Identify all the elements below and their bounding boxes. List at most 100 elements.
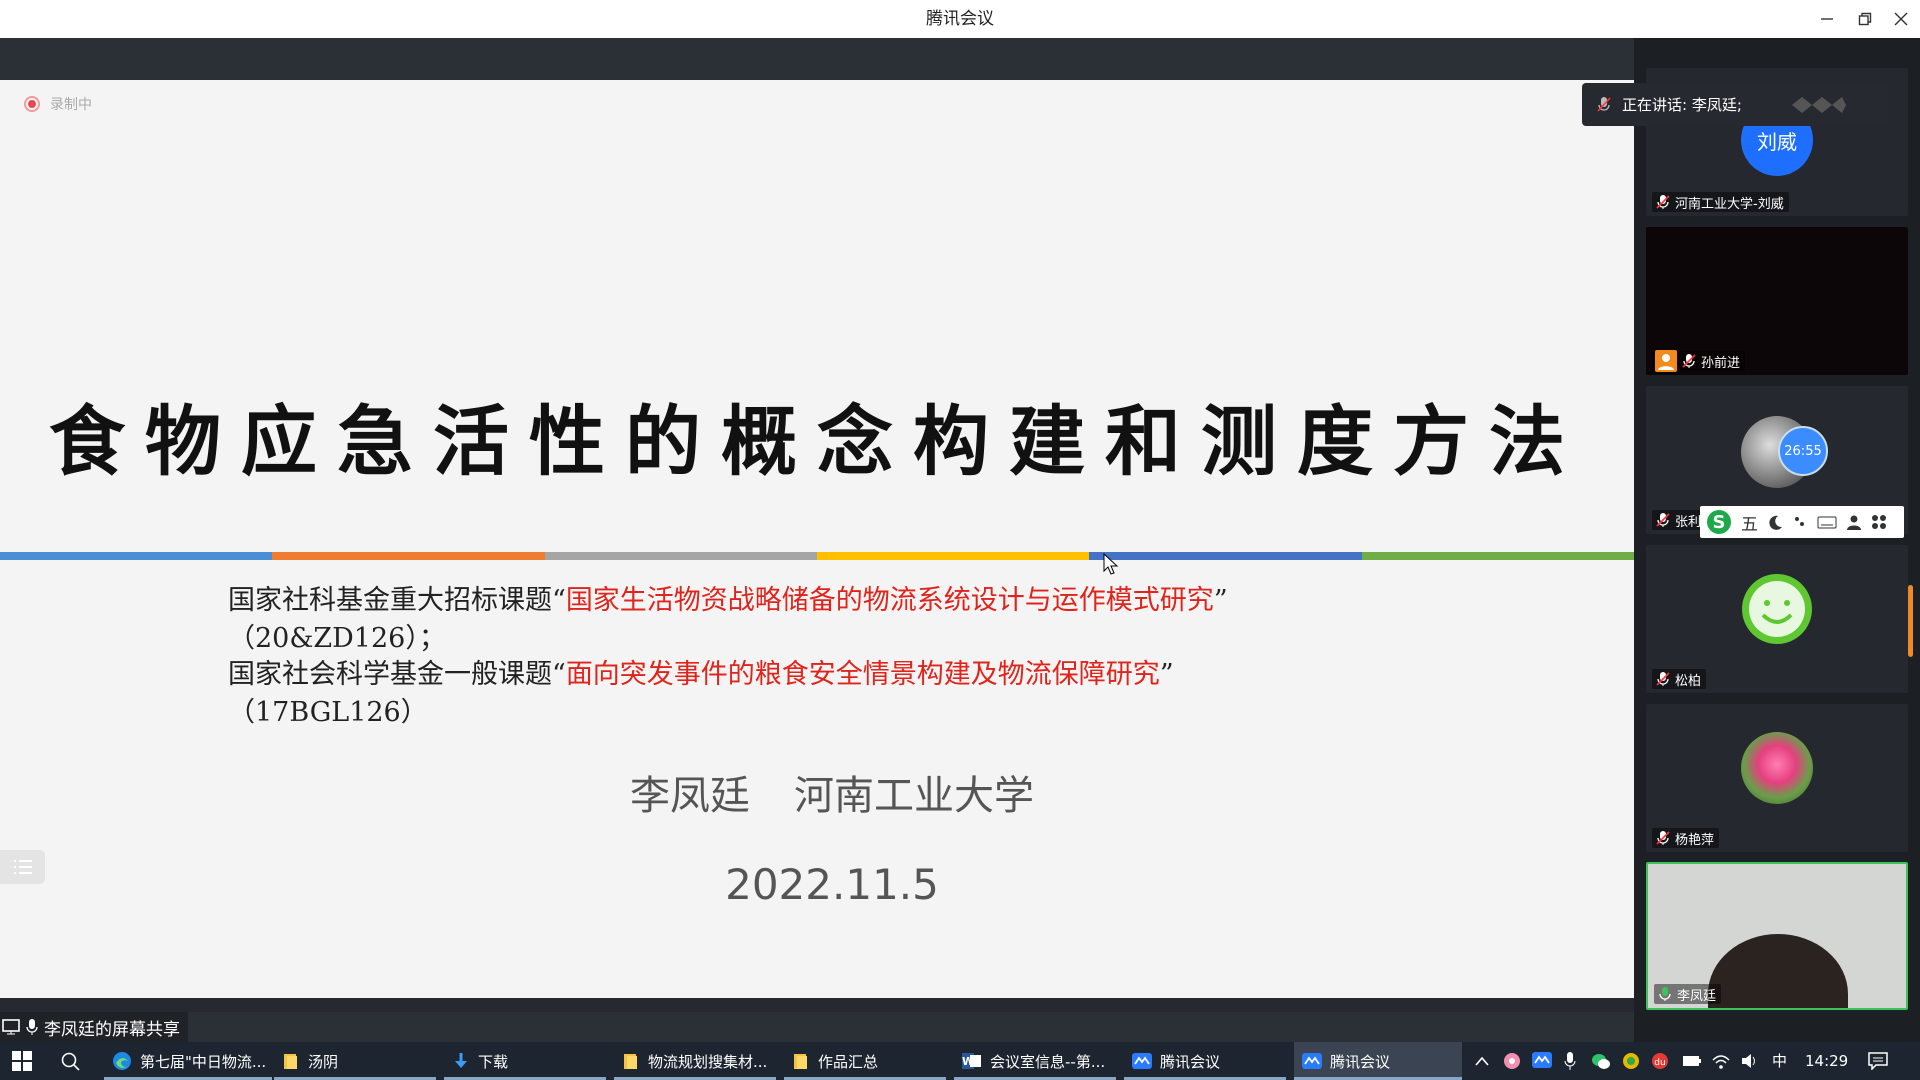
meeting-top-strip — [0, 38, 1634, 80]
mic-muted-icon — [1656, 672, 1670, 686]
record-dot-icon — [24, 96, 40, 112]
chevron-up-icon[interactable] — [1474, 1054, 1490, 1068]
screen-share-icon — [2, 1019, 20, 1035]
folder-icon — [794, 1054, 807, 1069]
edge-icon — [113, 1052, 131, 1070]
taskbar-item[interactable]: 腾讯会议 — [1124, 1042, 1286, 1080]
tencent-meeting-icon — [1302, 1053, 1322, 1069]
slide-color-bar — [0, 552, 1634, 560]
title-bar: 腾讯会议 — [0, 0, 1920, 38]
recording-indicator[interactable]: 录制中 — [24, 94, 92, 114]
sidebar-scrollbar[interactable] — [1908, 585, 1913, 657]
speaking-banner: 正在讲话: 李凤廷; — [1582, 83, 1887, 126]
folder-icon — [284, 1054, 297, 1069]
close-button[interactable] — [1878, 0, 1920, 38]
svg-text:du: du — [1654, 1058, 1665, 1068]
speaking-wave-icon — [1791, 96, 1846, 113]
taskbar-item[interactable]: 物流规划搜集材... — [614, 1042, 776, 1080]
punctuation-icon — [1795, 517, 1804, 526]
taskbar-item[interactable]: 作品汇总 — [784, 1042, 946, 1080]
slide-author: 李凤廷 河南工业大学 — [0, 763, 1634, 821]
close-icon — [1894, 12, 1908, 26]
ime-mode-label: 五 — [1741, 514, 1758, 535]
volume-icon[interactable] — [1740, 1052, 1760, 1070]
browser-tray-icon[interactable] — [1622, 1052, 1640, 1070]
wechat-icon[interactable] — [1591, 1052, 1611, 1070]
apps-icon — [1872, 515, 1886, 529]
mic-muted-icon — [1597, 96, 1611, 112]
window-title: 腾讯会议 — [926, 9, 994, 29]
participant-tile[interactable]: 孙前进 — [1646, 227, 1908, 375]
taskbar-item[interactable]: 汤阴 — [274, 1042, 436, 1080]
windows-taskbar: 第七届"中日物流... 汤阴 下载 物流规划搜集材... 作品汇总 W 会议室信… — [0, 1042, 1920, 1080]
project-line-3: 国家社会科学基金一般课题“面向突发事件的粮食安全情景构建及物流保障研究” — [228, 659, 1174, 690]
user-icon — [1847, 515, 1861, 530]
svg-text:W: W — [962, 1055, 974, 1068]
svg-text:S: S — [1713, 512, 1726, 533]
taskbar-item[interactable]: 第七届"中日物流... — [104, 1042, 272, 1080]
color-segment — [1361, 552, 1634, 560]
author-name: 李凤廷 — [630, 773, 750, 819]
ime-toolbar[interactable]: S 五 — [1700, 506, 1904, 538]
minimize-icon — [1821, 18, 1833, 20]
participant-tile[interactable]: 杨艳萍 — [1646, 704, 1908, 852]
color-segment — [816, 552, 1090, 560]
speaker-video — [1708, 934, 1848, 1008]
mouse-cursor-icon — [1103, 553, 1119, 575]
search-button[interactable] — [52, 1042, 92, 1080]
screen-share-label: 李凤廷的屏幕共享 — [0, 1012, 188, 1042]
slide-date: 2022.11.5 — [725, 860, 939, 909]
project-line-4: （17BGL126） — [228, 697, 428, 728]
participant-name-tag: 孙前进 — [1652, 350, 1746, 372]
participant-tile[interactable]: 松柏 — [1646, 545, 1908, 693]
toc-button[interactable] — [0, 850, 45, 884]
color-segment — [0, 552, 273, 560]
taskbar-item-active[interactable]: 腾讯会议 — [1294, 1042, 1462, 1080]
meeting-bottom-bar: 李凤廷的屏幕共享 — [0, 1012, 1634, 1042]
notification-icon[interactable] — [1868, 1052, 1888, 1070]
shared-slide: 录制中 食物应急活性的概念构建和测度方法 国家社科基金重大招标课题“国家生活物资… — [0, 80, 1634, 998]
windows-logo-icon — [12, 1051, 32, 1071]
start-button[interactable] — [0, 1042, 44, 1080]
tencent-meeting-icon[interactable] — [1532, 1052, 1552, 1068]
project-line-1: 国家社科基金重大招标课题“国家生活物资战略储备的物流系统设计与运作模式研究” — [228, 585, 1228, 616]
folder-icon — [624, 1054, 637, 1069]
word-icon: W — [962, 1053, 981, 1069]
list-icon — [13, 860, 32, 874]
restore-icon — [1858, 12, 1872, 26]
color-segment — [272, 552, 545, 560]
mic-active-icon — [1659, 987, 1671, 1001]
moon-icon — [1769, 515, 1782, 530]
taskbar-item[interactable]: 下载 — [444, 1042, 606, 1080]
download-icon — [455, 1053, 467, 1068]
color-segment — [1089, 552, 1362, 560]
participant-name-tag: 李凤廷 — [1654, 984, 1722, 1004]
security-tray-icon[interactable]: du — [1651, 1052, 1669, 1070]
battery-icon[interactable] — [1682, 1054, 1702, 1068]
mic-muted-icon — [1656, 513, 1670, 527]
smiley-avatar-icon — [1742, 574, 1812, 644]
color-segment — [544, 552, 817, 560]
flower-tray-icon[interactable] — [1503, 1052, 1521, 1070]
mic-muted-icon — [1682, 354, 1696, 368]
user-icon — [1655, 350, 1677, 372]
participant-name-tag: 河南工业大学-刘威 — [1652, 192, 1789, 212]
author-affiliation: 河南工业大学 — [794, 773, 1034, 819]
project-line-2: （20&ZD126）； — [228, 623, 446, 654]
mic-icon — [26, 1019, 38, 1035]
search-icon — [61, 1052, 80, 1071]
recording-label: 录制中 — [50, 97, 92, 113]
speaking-text: 正在讲话: 李凤廷; — [1622, 96, 1742, 114]
participant-name-tag: 张利 — [1652, 510, 1707, 530]
wifi-icon[interactable] — [1711, 1052, 1731, 1070]
participant-name-tag: 杨艳萍 — [1652, 828, 1720, 848]
taskbar-clock[interactable]: 14:29 — [1805, 1042, 1848, 1080]
timer-badge: 26:55 — [1778, 426, 1828, 476]
slide-title: 食物应急活性的概念构建和测度方法 — [49, 397, 1585, 486]
ime-indicator[interactable]: 中 — [1772, 1042, 1787, 1080]
taskbar-item[interactable]: W 会议室信息--第... — [954, 1042, 1116, 1080]
tencent-meeting-icon — [1132, 1053, 1152, 1069]
participant-tile-active-speaker[interactable]: 李凤廷 — [1646, 862, 1908, 1010]
participant-name-tag: 松柏 — [1652, 669, 1707, 689]
mic-icon[interactable] — [1563, 1051, 1577, 1071]
